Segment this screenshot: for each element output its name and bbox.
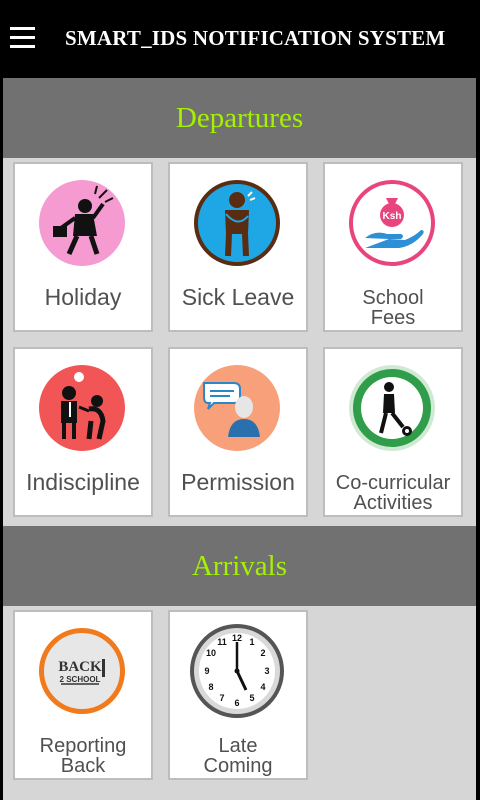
indiscipline-tile[interactable]: Indiscipline (13, 347, 153, 517)
school-fees-icon: Ksh (349, 180, 435, 266)
main-content: Departures Holiday Sick Leave Ksh School… (3, 78, 476, 800)
sick-leave-tile[interactable]: Sick Leave (168, 162, 308, 332)
reporting-back-label-line1: Reporting (39, 735, 127, 757)
svg-text:4: 4 (260, 682, 265, 692)
reporting-back-tile[interactable]: BACK 2 SCHOOL Reporting Back (13, 610, 153, 780)
app-title: SMART_IDS NOTIFICATION SYSTEM (65, 26, 446, 50)
late-coming-label-line1: Late (218, 735, 258, 757)
reporting-back-label-line2: Back (60, 755, 106, 777)
late-coming-label-line2: Coming (203, 755, 273, 777)
svg-text:7: 7 (219, 693, 224, 703)
svg-text:9: 9 (204, 666, 209, 676)
back-to-school-icon: BACK 2 SCHOOL (39, 628, 125, 714)
reporting-back-label: Reporting Back (15, 736, 151, 776)
hamburger-menu-icon[interactable] (10, 27, 36, 49)
co-curricular-icon (349, 365, 435, 451)
svg-text:3: 3 (264, 666, 269, 676)
permission-icon (194, 365, 280, 451)
back-logo-text: BACK (58, 659, 102, 675)
arrivals-header: Arrivals (3, 526, 476, 606)
sick-leave-label: Sick Leave (181, 284, 295, 310)
svg-text:12: 12 (232, 633, 242, 643)
school-fees-tile[interactable]: Ksh School Fees (323, 162, 463, 332)
school-fees-label-line1: School (362, 287, 424, 309)
co-curricular-tile[interactable]: Co-curricular Activities (323, 347, 463, 517)
app-screen: SMART_IDS NOTIFICATION SYSTEM Departures… (0, 0, 480, 800)
holiday-tile[interactable]: Holiday (13, 162, 153, 332)
svg-text:5: 5 (249, 693, 254, 703)
svg-text:1: 1 (249, 637, 254, 647)
svg-text:8: 8 (208, 682, 213, 692)
late-coming-tile[interactable]: 12 1 2 345 678 9 10 11 Late Coming (168, 610, 308, 780)
co-curricular-label-line2: Activities (353, 492, 433, 514)
late-coming-label: Late Coming (170, 736, 306, 776)
ksh-badge: Ksh (383, 211, 402, 222)
departures-header: Departures (3, 78, 476, 158)
school-fees-label: School Fees (325, 288, 461, 328)
co-curricular-label: Co-curricular Activities (325, 473, 461, 513)
svg-text:11: 11 (217, 637, 227, 647)
indiscipline-label: Indiscipline (26, 469, 140, 495)
permission-tile[interactable]: Permission (168, 347, 308, 517)
school-fees-label-line2: Fees (370, 307, 416, 329)
permission-label: Permission (181, 469, 295, 495)
holiday-icon (39, 180, 125, 266)
2school-logo-text: 2 SCHOOL (60, 675, 101, 684)
co-curricular-label-line1: Co-curricular (335, 472, 451, 494)
top-app-bar: SMART_IDS NOTIFICATION SYSTEM (0, 0, 480, 78)
holiday-label: Holiday (44, 284, 122, 310)
indiscipline-icon (39, 365, 125, 451)
svg-text:10: 10 (206, 648, 216, 658)
clock-icon: 12 1 2 345 678 9 10 11 (190, 624, 284, 718)
svg-text:6: 6 (234, 698, 239, 708)
sick-leave-icon (194, 180, 280, 266)
svg-text:2: 2 (260, 648, 265, 658)
